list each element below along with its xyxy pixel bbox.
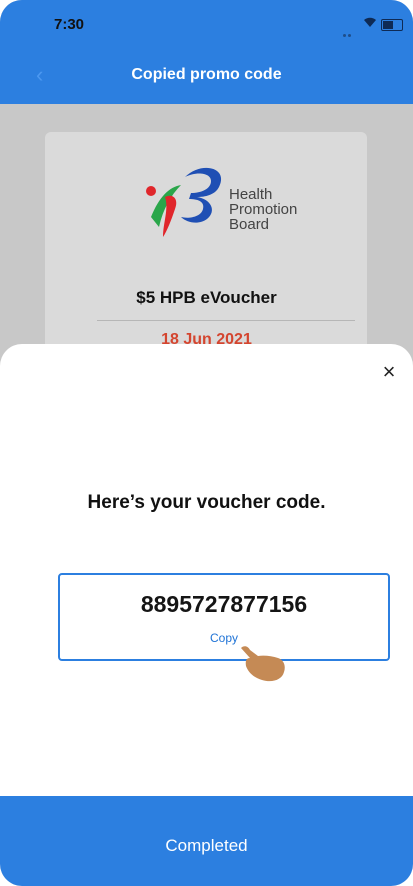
battery-icon [381, 19, 403, 31]
completed-label: Completed [165, 836, 248, 855]
voucher-code: 8895727877156 [140, 591, 308, 617]
wifi-icon [363, 16, 377, 31]
page-title: Copied promo code [131, 66, 282, 83]
voucher-title: $5 HPB eVoucher [136, 288, 277, 307]
hand-pointer-icon [238, 642, 288, 684]
hpb-logo: Health Promotion Board [141, 157, 311, 247]
status-icons [343, 16, 403, 55]
signal-icon [343, 24, 357, 55]
card-divider [97, 320, 355, 321]
status-bar: 7:30 [0, 0, 413, 55]
close-icon[interactable]: × [375, 358, 403, 386]
sheet-heading: Here’s your voucher code. [87, 492, 326, 513]
hpb-logo-mark [146, 167, 222, 237]
copy-button[interactable]: Copy [60, 631, 388, 645]
hpb-logo-text: Health Promotion Board [229, 186, 298, 233]
top-nav: ‹ Copied promo code [0, 44, 413, 104]
completed-button[interactable]: Completed [0, 796, 413, 886]
phone-screen: 7:30 ‹ Copied promo code Health Promotio… [0, 0, 413, 886]
voucher-code-box[interactable]: 8895727877156 Copy [58, 573, 390, 661]
status-time: 7:30 [54, 16, 85, 33]
